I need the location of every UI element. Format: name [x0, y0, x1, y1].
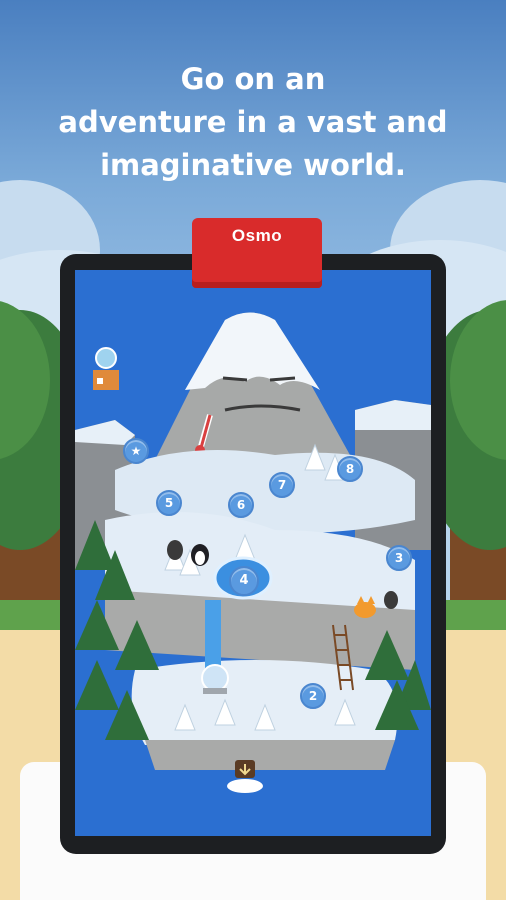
- cave: [167, 540, 183, 560]
- cave: [384, 591, 398, 609]
- mountain-eye-left: [222, 376, 248, 382]
- penguin-icon: [191, 544, 209, 566]
- ice-plateau-lower: [131, 660, 398, 745]
- level-5-marker[interactable]: 5: [156, 490, 182, 516]
- game-map-screen[interactable]: ★ 5 6 7 8 4 3 2: [75, 270, 431, 836]
- level-star-marker[interactable]: ★: [123, 438, 149, 464]
- treehouse-icon: [93, 347, 119, 390]
- level-6-marker[interactable]: 6: [228, 492, 254, 518]
- headline-line-3: imaginative world.: [100, 148, 406, 182]
- snow-globe-icon: [201, 664, 229, 694]
- map-illustration: [75, 312, 431, 793]
- level-8-marker[interactable]: 8: [337, 456, 363, 482]
- level-2-marker[interactable]: 2: [300, 683, 326, 709]
- headline-line-2: adventure in a vast and: [58, 105, 448, 139]
- level-4-marker[interactable]: 4: [229, 566, 259, 596]
- osmo-logo: Osmo: [231, 226, 283, 245]
- waterfall: [205, 600, 221, 670]
- mountain-eye-right: [269, 376, 296, 382]
- cliff-lower: [145, 740, 395, 770]
- level-3-marker[interactable]: 3: [386, 545, 412, 571]
- level-7-marker[interactable]: 7: [269, 472, 295, 498]
- headline: Go on an adventure in a vast and imagina…: [0, 58, 506, 187]
- headline-line-1: Go on an: [180, 62, 326, 96]
